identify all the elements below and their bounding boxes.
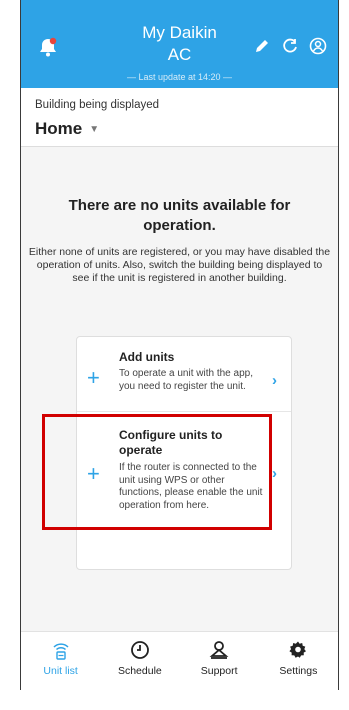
chevron-right-icon: › bbox=[272, 372, 277, 389]
tab-label: Unit list bbox=[43, 665, 78, 677]
empty-state-description: Either none of units are registered, or … bbox=[28, 246, 331, 284]
building-label: Building being displayed bbox=[35, 99, 160, 111]
chevron-right-icon: › bbox=[272, 465, 277, 482]
tab-unit-list[interactable]: Unit list bbox=[23, 632, 98, 677]
support-icon bbox=[182, 638, 257, 662]
tab-support[interactable]: Support bbox=[182, 632, 257, 677]
account-icon[interactable] bbox=[308, 36, 328, 56]
add-units-description: To operate a unit with the app, you need… bbox=[119, 368, 253, 392]
highlight-box bbox=[42, 414, 272, 530]
app-header: My Daikin AC — Last update at 14:20 — bbox=[21, 0, 338, 88]
gear-icon bbox=[261, 638, 336, 662]
edit-pencil-icon[interactable] bbox=[252, 36, 272, 56]
tab-settings[interactable]: Settings bbox=[261, 632, 336, 677]
tab-label: Settings bbox=[279, 665, 318, 677]
plus-icon: + bbox=[87, 365, 100, 390]
add-units-title: Add units bbox=[119, 350, 175, 364]
tab-schedule[interactable]: Schedule bbox=[102, 632, 177, 677]
wifi-unit-icon bbox=[23, 638, 98, 662]
add-units-option[interactable]: + Add units To operate a unit with the a… bbox=[77, 337, 291, 411]
bottom-tab-bar: Unit list Schedule Support Settings bbox=[21, 631, 338, 690]
building-selected-value: Home bbox=[35, 119, 83, 138]
chevron-down-icon: ▼ bbox=[89, 123, 100, 135]
clock-icon bbox=[102, 638, 177, 662]
refresh-icon[interactable] bbox=[280, 36, 300, 56]
tab-label: Schedule bbox=[117, 665, 162, 677]
building-selector: Building being displayed Home ▼ bbox=[21, 88, 338, 147]
building-dropdown[interactable]: Home ▼ bbox=[35, 119, 99, 139]
empty-state-title: There are no units available for operati… bbox=[68, 197, 291, 234]
last-update-text: — Last update at 14:20 — bbox=[126, 72, 233, 82]
tab-label: Support bbox=[200, 665, 238, 677]
phone-screen: My Daikin AC — Last update at 14:20 — Bu… bbox=[20, 0, 339, 690]
